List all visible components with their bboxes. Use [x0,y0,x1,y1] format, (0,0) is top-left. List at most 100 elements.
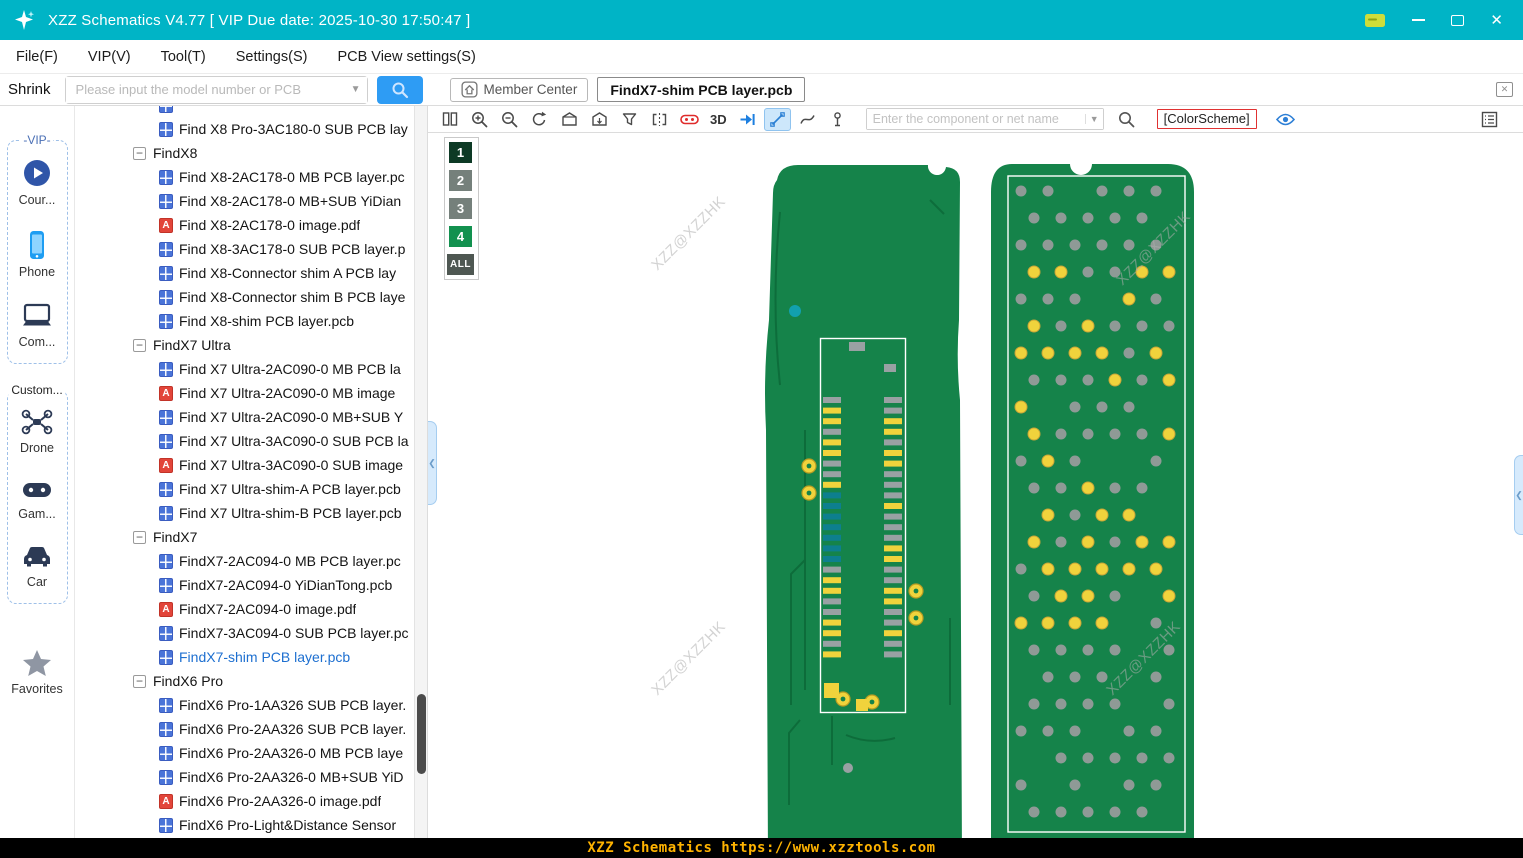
tree-file-row[interactable]: FindX6 Pro-Light&Distance Sensor [75,813,427,837]
visibility-eye-icon[interactable] [1272,108,1299,131]
tree-file-row[interactable]: Find X7 Ultra-3AC090-0 SUB PCB la [75,429,427,453]
tree-file-row[interactable]: A FindX6 Pro-2AA326-0 image.pdf [75,789,427,813]
tree-group-row[interactable]: − FindX7 [75,525,427,549]
tree-file-row[interactable]: Find X8-3AC178-0 SUB PCB layer.p [75,237,427,261]
tree-file-row[interactable]: FindX6 Pro-1AA326 SUB PCB layer. [75,693,427,717]
membership-card-icon[interactable] [1364,12,1386,29]
tree-file-row[interactable]: Find X8-2AC178-0 MB PCB layer.pc [75,165,427,189]
collapse-minus-icon[interactable]: − [133,530,146,544]
sidebar-item-computer[interactable]: Com... [10,301,65,349]
refresh-view-button[interactable] [526,108,553,131]
board-bottom-view-button[interactable] [586,108,613,131]
probe-tool-button[interactable] [824,108,851,131]
component-search-button[interactable] [1113,108,1140,131]
tree-file-row[interactable]: FindX6 Pro-2AA326-0 MB+SUB YiD [75,765,427,789]
tree-file-row[interactable]: Find X8-Connector shim A PCB lay [75,261,427,285]
tree-group-row[interactable]: − FindX6 Pro [75,669,427,693]
tree-item-label: Find X8-3AC178-0 SUB PCB layer.p [179,241,406,257]
phone-label: Phone [18,265,56,279]
sidebar-item-favorites[interactable]: Favorites [0,648,74,696]
tree-file-row[interactable]: Find X8-shim PCB layer.pcb [75,309,427,333]
tree-item-label: FindX7 Ultra [153,337,231,353]
tree-file-row[interactable]: FindX7-2AC094-0 YiDianTong.pcb [75,573,427,597]
sidebar-item-drone[interactable]: Drone [10,407,65,455]
sidebar-item-course[interactable]: Cour... [10,157,65,207]
3d-view-button[interactable]: 3D [706,112,731,127]
collapse-minus-icon[interactable]: − [133,146,146,160]
tree-file-row[interactable]: FindX6 Pro-2AA326-0 MB PCB laye [75,741,427,765]
layer-button-2[interactable]: 2 [449,170,472,191]
menu-item-vip[interactable]: VIP(V) [88,49,131,65]
gamepad-icon [23,483,51,497]
component-search-combo[interactable]: ▼ [865,108,1104,130]
sidebar-item-car[interactable]: Car [10,543,65,589]
zoom-in-button[interactable] [466,108,493,131]
tree-file-row[interactable] [75,106,427,117]
tree-file-row[interactable]: A Find X8-2AC178-0 image.pdf [75,213,427,237]
tree-file-row[interactable]: Find X8-2AC178-0 MB+SUB YiDian [75,189,427,213]
combo-caret-icon[interactable]: ▼ [351,84,361,95]
colorscheme-button[interactable]: [ColorScheme] [1156,109,1257,129]
tree-file-row[interactable]: Find X7 Ultra-2AC090-0 MB+SUB Y [75,405,427,429]
model-search-combo[interactable]: ▼ [64,75,368,104]
tree-item-label: FindX7 [153,529,198,545]
tree-group-row[interactable]: − FindX8 [75,141,427,165]
close-button[interactable]: ✕ [1490,11,1503,29]
minimize-button[interactable] [1412,19,1426,21]
pdf-file-icon: A [159,793,173,809]
board-top-view-button[interactable] [556,108,583,131]
menu-item-tool[interactable]: Tool(T) [161,49,206,65]
zoom-out-button[interactable] [496,108,523,131]
menu-item-settings[interactable]: Settings(S) [236,49,308,65]
tree-file-row[interactable]: Find X8 Pro-3AC180-0 SUB PCB lay [75,117,427,141]
component-search-input[interactable] [866,109,1103,129]
jump-to-button[interactable] [734,108,761,131]
tree-scrollbar-thumb[interactable] [417,694,426,774]
member-center-button[interactable]: Member Center [449,77,589,102]
split-view-button[interactable] [436,108,463,131]
expand-panel-handle[interactable]: ❮ [1514,455,1523,535]
layers-panel-button[interactable] [1476,108,1503,131]
statusbar: XZZ Schematics https://www.xzztools.com [0,838,1523,858]
collapse-minus-icon[interactable]: − [133,338,146,352]
tree-file-row[interactable]: Find X7 Ultra-shim-B PCB layer.pcb [75,501,427,525]
pcb-canvas[interactable]: 1 2 3 4 ALL XZZ@XZZHK XZZ@XZZHK XZZ@XZZHK XZ… [428,133,1523,838]
layer-button-4[interactable]: 4 [449,226,472,247]
mirror-flip-button[interactable] [646,108,673,131]
tree-item-label: Find X8-2AC178-0 image.pdf [179,217,361,233]
model-search-button[interactable] [376,75,423,104]
menu-item-pcb-view-settings[interactable]: PCB View settings(S) [337,49,475,65]
tree-file-row[interactable]: A FindX7-2AC094-0 image.pdf [75,597,427,621]
component-combo-caret-icon[interactable]: ▼ [1084,114,1099,124]
tree-file-row[interactable]: FindX7-3AC094-0 SUB PCB layer.pc [75,621,427,645]
tree-file-row[interactable]: Find X7 Ultra-shim-A PCB layer.pcb [75,477,427,501]
model-search-input[interactable] [65,76,367,103]
tree-file-row[interactable]: FindX7-2AC094-0 MB PCB layer.pc [75,549,427,573]
collapse-minus-icon[interactable]: − [133,674,146,688]
pdf-file-icon: A [159,385,173,401]
tree-group-row[interactable]: − FindX7 Ultra [75,333,427,357]
layer-button-3[interactable]: 3 [449,198,472,219]
fill-tool-button[interactable] [616,108,643,131]
tree-file-row[interactable]: Find X8-Connector shim B PCB laye [75,285,427,309]
sidebar-item-game[interactable]: Gam... [10,477,65,521]
document-tab[interactable]: FindX7-shim PCB layer.pcb [597,77,806,102]
tree-file-row[interactable]: FindX6 Pro-2AA326 SUB PCB layer. [75,717,427,741]
tree-file-row[interactable]: A Find X7 Ultra-3AC090-0 SUB image [75,453,427,477]
tree-item-label: Find X7 Ultra-3AC090-0 SUB PCB la [179,433,409,449]
collapse-tree-handle[interactable]: ❮ [428,421,437,505]
maximize-button[interactable] [1451,14,1465,26]
tree-file-row[interactable]: A Find X7 Ultra-2AC090-0 MB image [75,381,427,405]
tree-file-row[interactable]: FindX7-shim PCB layer.pcb [75,645,427,669]
measure-tool-button[interactable] [763,107,791,131]
menu-item-file[interactable]: File(F) [16,49,58,65]
tree-file-row[interactable]: Find X7 Ultra-2AC090-0 MB PCB la [75,357,427,381]
layer-button-all[interactable]: ALL [447,254,474,275]
curve-tool-button[interactable] [794,108,821,131]
sidebar-item-phone[interactable]: Phone [10,229,65,279]
board-silkscreen-toggle-button[interactable] [676,108,703,131]
tree-scrollbar[interactable] [414,106,427,838]
shrink-button[interactable]: Shrink [8,81,51,98]
close-panel-icon[interactable]: ✕ [1496,82,1513,97]
layer-button-1[interactable]: 1 [449,142,472,163]
